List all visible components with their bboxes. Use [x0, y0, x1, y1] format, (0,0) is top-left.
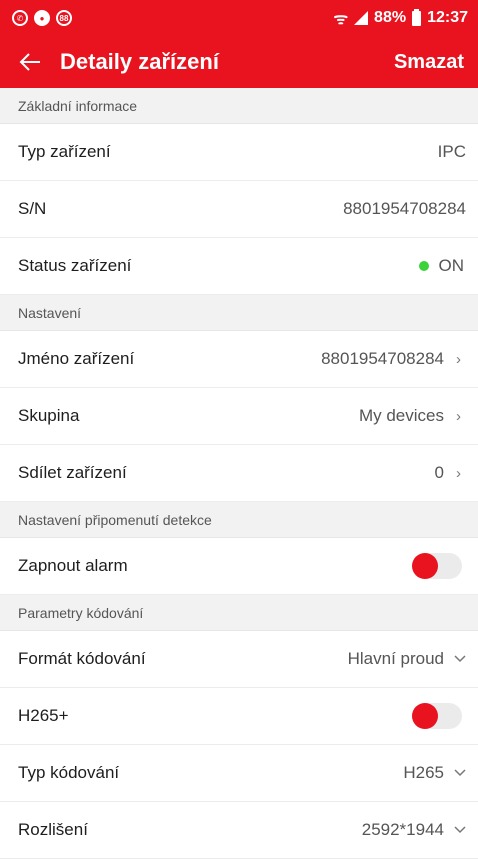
share-value: 0 › — [435, 463, 466, 483]
resolution-label: Rozlišení — [18, 820, 88, 839]
chevron-down-icon — [454, 769, 466, 777]
row-resolution[interactable]: Rozlišení 2592*1944 — [0, 802, 478, 859]
device-name-value: 8801954708284 › — [321, 349, 466, 369]
chevron-down-icon — [454, 826, 466, 834]
row-share[interactable]: Sdílet zařízení 0 › — [0, 445, 478, 502]
row-encoding-format[interactable]: Formát kódování Hlavní proud — [0, 631, 478, 688]
h265plus-toggle[interactable] — [412, 703, 462, 729]
h265plus-label: H265+ — [18, 706, 69, 725]
chevron-right-icon: › — [456, 407, 461, 425]
messenger-icon: ● — [34, 10, 50, 26]
page-title: Detaily zařízení — [60, 49, 219, 74]
alarm-toggle[interactable] — [412, 553, 462, 579]
status-left: ✆ ● 88 — [12, 10, 72, 26]
status-right: ᯤ 88% 12:37 — [333, 7, 468, 29]
encoding-format-label: Formát kódování — [18, 649, 146, 668]
encoding-type-value-text: H265 — [403, 763, 444, 782]
sn-value: 8801954708284 — [343, 199, 466, 219]
status-label: Status zařízení — [18, 256, 132, 275]
back-button[interactable] — [10, 42, 50, 82]
status-value: ON — [418, 256, 467, 276]
encoding-format-value: Hlavní proud — [348, 649, 466, 669]
content: Základní informace Typ zařízení IPC S/N … — [0, 88, 478, 859]
row-encoding-type[interactable]: Typ kódování H265 — [0, 745, 478, 802]
notification-88-icon: 88 — [56, 10, 72, 26]
row-sn: S/N 8801954708284 — [0, 181, 478, 238]
chevron-right-icon: › — [456, 464, 461, 482]
arrow-left-icon — [19, 53, 40, 71]
row-device-name[interactable]: Jméno zařízení 8801954708284 › — [0, 331, 478, 388]
chevron-right-icon: › — [456, 350, 461, 368]
online-dot-icon — [418, 261, 429, 271]
status-bar: ✆ ● 88 ᯤ 88% 12:37 — [0, 0, 478, 36]
row-group[interactable]: Skupina My devices › — [0, 388, 478, 445]
device-type-value-text: IPC — [437, 142, 466, 161]
group-value-text: My devices — [358, 406, 444, 425]
group-value: My devices › — [359, 406, 466, 426]
section-basic-info: Základní informace — [0, 88, 478, 124]
app-bar: Detaily zařízení Smazat — [0, 36, 478, 88]
share-value-text: 0 — [434, 463, 444, 482]
section-settings: Nastavení — [0, 295, 478, 331]
toggle-knob — [412, 703, 438, 729]
share-label: Sdílet zařízení — [18, 463, 127, 482]
sn-label: S/N — [18, 199, 47, 218]
device-type-label: Typ zařízení — [18, 142, 111, 161]
section-detection: Nastavení připomenutí detekce — [0, 502, 478, 538]
device-name-value-text: 8801954708284 — [321, 349, 444, 368]
row-device-type: Typ zařízení IPC — [0, 124, 478, 181]
sn-value-text: 8801954708284 — [343, 199, 466, 218]
device-type-value: IPC — [438, 142, 466, 162]
row-alarm: Zapnout alarm — [0, 538, 478, 595]
encoding-format-value-text: Hlavní proud — [347, 649, 444, 668]
signal-icon — [354, 11, 369, 25]
chevron-down-icon — [454, 655, 466, 663]
group-label: Skupina — [18, 406, 80, 425]
encoding-type-label: Typ kódování — [18, 763, 120, 782]
battery-icon — [412, 8, 422, 26]
resolution-value: 2592*1944 — [362, 820, 466, 840]
toggle-knob — [412, 553, 438, 579]
resolution-value-text: 2592*1944 — [361, 820, 444, 839]
alarm-label: Zapnout alarm — [18, 556, 128, 575]
device-name-label: Jméno zařízení — [18, 349, 135, 368]
row-status: Status zařízení ON — [0, 238, 478, 295]
battery-text: 88% — [374, 9, 407, 26]
whatsapp-icon: ✆ — [12, 10, 28, 26]
encoding-type-value: H265 — [403, 763, 466, 783]
clock: 12:37 — [427, 9, 468, 26]
status-value-text: ON — [438, 256, 465, 275]
delete-button[interactable]: Smazat — [394, 51, 464, 74]
wifi-icon: ᯤ — [333, 11, 349, 28]
section-encoding: Parametry kódování — [0, 595, 478, 631]
row-h265plus: H265+ — [0, 688, 478, 745]
